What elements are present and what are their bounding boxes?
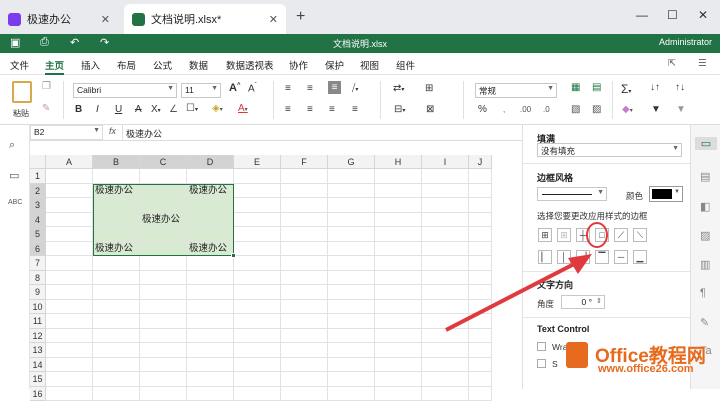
pointer-arrow-shaft bbox=[446, 262, 578, 330]
annotation-overlay bbox=[0, 0, 720, 389]
watermark-url: www.office26.com bbox=[598, 363, 694, 375]
watermark-logo bbox=[566, 342, 588, 368]
highlight-circle bbox=[587, 223, 607, 247]
